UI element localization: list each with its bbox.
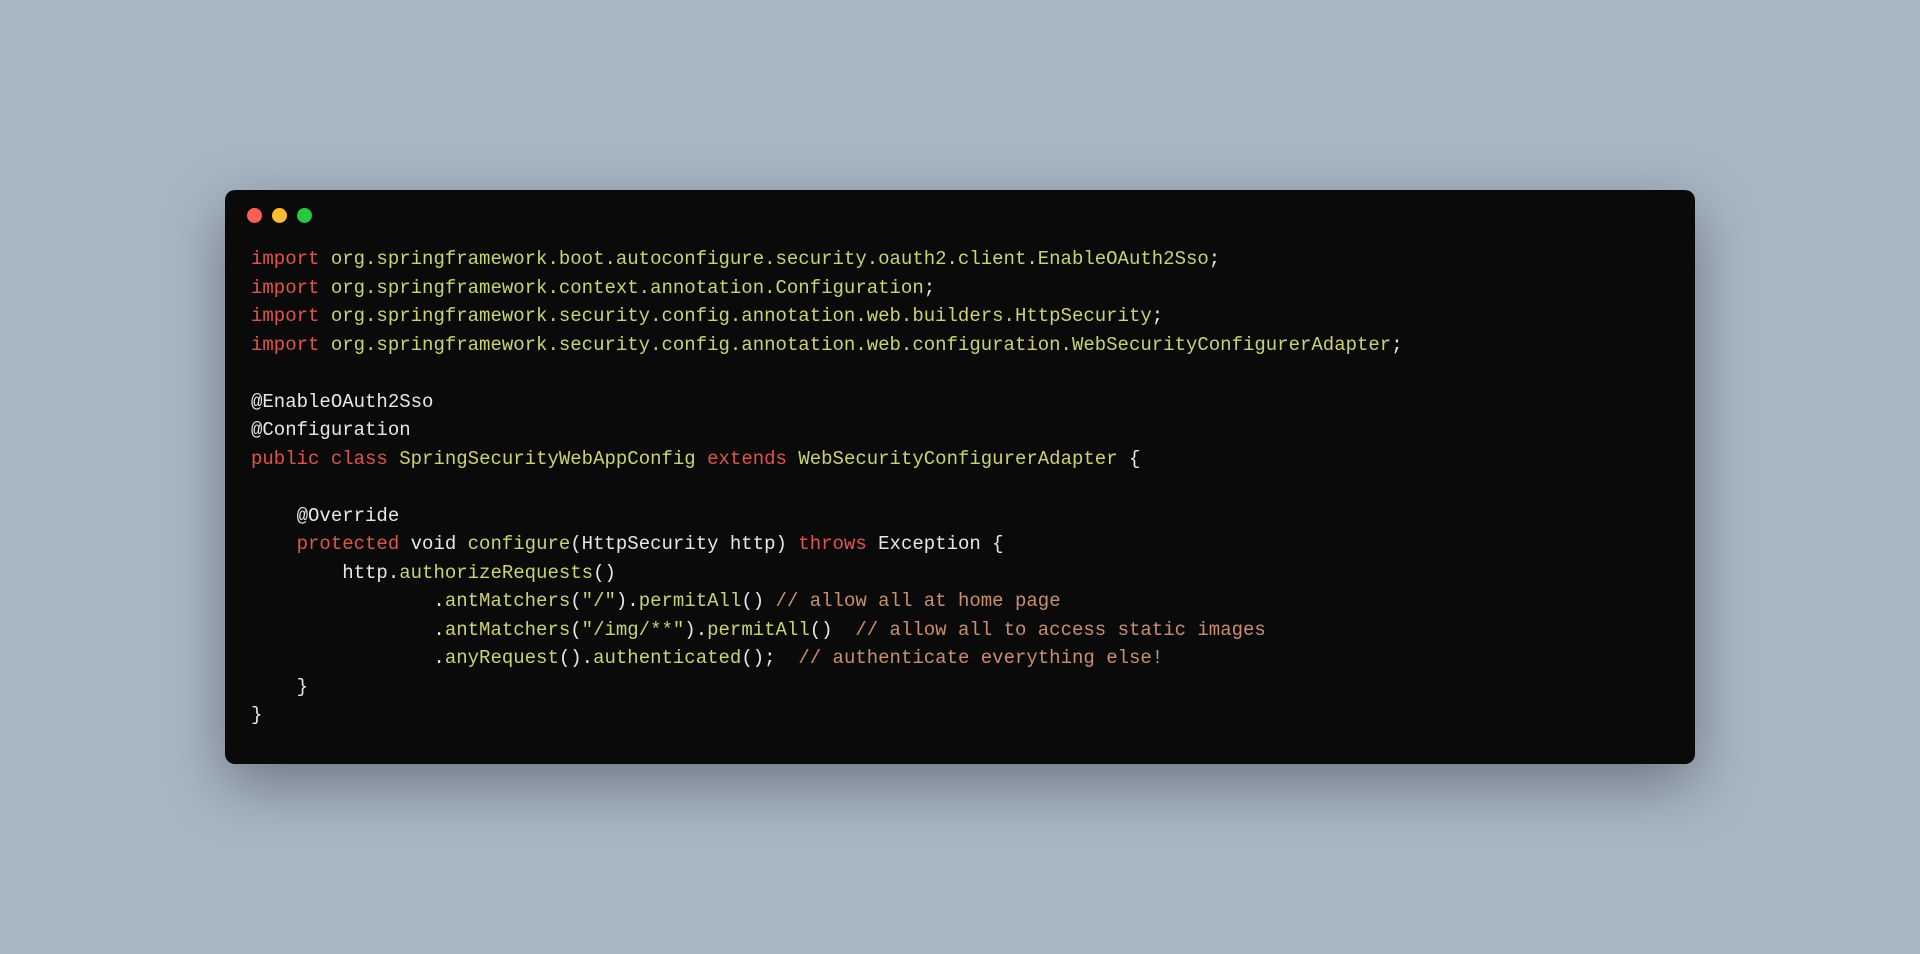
code-token: import	[251, 334, 319, 356]
code-token: extends	[707, 448, 787, 470]
minimize-button[interactable]	[272, 208, 287, 223]
code-line: @Override	[251, 502, 1669, 531]
code-line: }	[251, 701, 1669, 730]
code-token: (HttpSecurity http)	[570, 533, 798, 555]
code-line: .antMatchers("/img/**").permitAll() // a…	[251, 616, 1669, 645]
code-token	[251, 505, 297, 527]
code-token	[388, 448, 399, 470]
code-token: authenticated	[593, 647, 741, 669]
code-token: .	[251, 619, 445, 641]
code-token: // authenticate everything else!	[798, 647, 1163, 669]
code-token: throws	[798, 533, 866, 555]
code-token	[456, 533, 467, 555]
code-line: import org.springframework.context.annot…	[251, 274, 1669, 303]
code-token: "/"	[582, 590, 616, 612]
code-token	[319, 277, 330, 299]
code-token: ).	[684, 619, 707, 641]
code-line: @Configuration	[251, 416, 1669, 445]
maximize-button[interactable]	[297, 208, 312, 223]
code-line: public class SpringSecurityWebAppConfig …	[251, 445, 1669, 474]
code-line	[251, 359, 1669, 388]
code-token: ()	[593, 562, 616, 584]
code-token: ;	[924, 277, 935, 299]
code-token: permitAll	[707, 619, 810, 641]
code-token: ();	[741, 647, 798, 669]
code-content: import org.springframework.boot.autoconf…	[225, 233, 1695, 764]
code-token: ;	[1209, 248, 1220, 270]
code-token: Exception {	[867, 533, 1004, 555]
code-token: (	[570, 619, 581, 641]
code-line: }	[251, 673, 1669, 702]
code-token: SpringSecurityWebAppConfig	[399, 448, 695, 470]
code-token: @Configuration	[251, 419, 411, 441]
code-token: import	[251, 248, 319, 270]
code-line: import org.springframework.boot.autoconf…	[251, 245, 1669, 274]
code-token	[319, 305, 330, 327]
code-token: org.springframework.context.annotation.C…	[331, 277, 924, 299]
code-token: org.springframework.security.config.anno…	[331, 305, 1152, 327]
code-token: "/img/**"	[582, 619, 685, 641]
code-token: }	[251, 704, 262, 726]
code-line	[251, 473, 1669, 502]
code-token: ;	[1152, 305, 1163, 327]
code-token: import	[251, 277, 319, 299]
code-token: import	[251, 305, 319, 327]
code-line: @EnableOAuth2Sso	[251, 388, 1669, 417]
code-token: org.springframework.security.config.anno…	[331, 334, 1391, 356]
code-token	[399, 533, 410, 555]
code-token: permitAll	[639, 590, 742, 612]
code-token: .	[251, 590, 445, 612]
code-token	[319, 248, 330, 270]
code-token: }	[251, 676, 308, 698]
code-token: http.	[251, 562, 399, 584]
code-token	[319, 448, 330, 470]
terminal-window: import org.springframework.boot.autoconf…	[225, 190, 1695, 764]
code-token: @EnableOAuth2Sso	[251, 391, 433, 413]
code-token: ()	[810, 619, 856, 641]
code-token: ;	[1391, 334, 1402, 356]
code-token: WebSecurityConfigurerAdapter	[798, 448, 1117, 470]
code-token: anyRequest	[445, 647, 559, 669]
code-token: {	[1118, 448, 1141, 470]
code-line: import org.springframework.security.conf…	[251, 302, 1669, 331]
code-token: org.springframework.boot.autoconfigure.s…	[331, 248, 1209, 270]
code-token: ().	[559, 647, 593, 669]
window-title-bar	[225, 190, 1695, 233]
code-token: authorizeRequests	[399, 562, 593, 584]
code-token: antMatchers	[445, 590, 570, 612]
code-token: configure	[468, 533, 571, 555]
code-line: .antMatchers("/").permitAll() // allow a…	[251, 587, 1669, 616]
code-line: protected void configure(HttpSecurity ht…	[251, 530, 1669, 559]
code-token: ).	[616, 590, 639, 612]
code-token	[787, 448, 798, 470]
code-line: http.authorizeRequests()	[251, 559, 1669, 588]
code-token: protected	[297, 533, 400, 555]
code-token: (	[570, 590, 581, 612]
code-token: antMatchers	[445, 619, 570, 641]
code-token: .	[251, 647, 445, 669]
code-token: // allow all to access static images	[855, 619, 1265, 641]
code-token	[696, 448, 707, 470]
code-token: public	[251, 448, 319, 470]
code-line: .anyRequest().authenticated(); // authen…	[251, 644, 1669, 673]
close-button[interactable]	[247, 208, 262, 223]
code-token: class	[331, 448, 388, 470]
code-token: ()	[741, 590, 775, 612]
code-line: import org.springframework.security.conf…	[251, 331, 1669, 360]
code-token: // allow all at home page	[776, 590, 1061, 612]
code-token: @Override	[297, 505, 400, 527]
code-token	[251, 533, 297, 555]
code-token: void	[411, 533, 457, 555]
code-token	[319, 334, 330, 356]
